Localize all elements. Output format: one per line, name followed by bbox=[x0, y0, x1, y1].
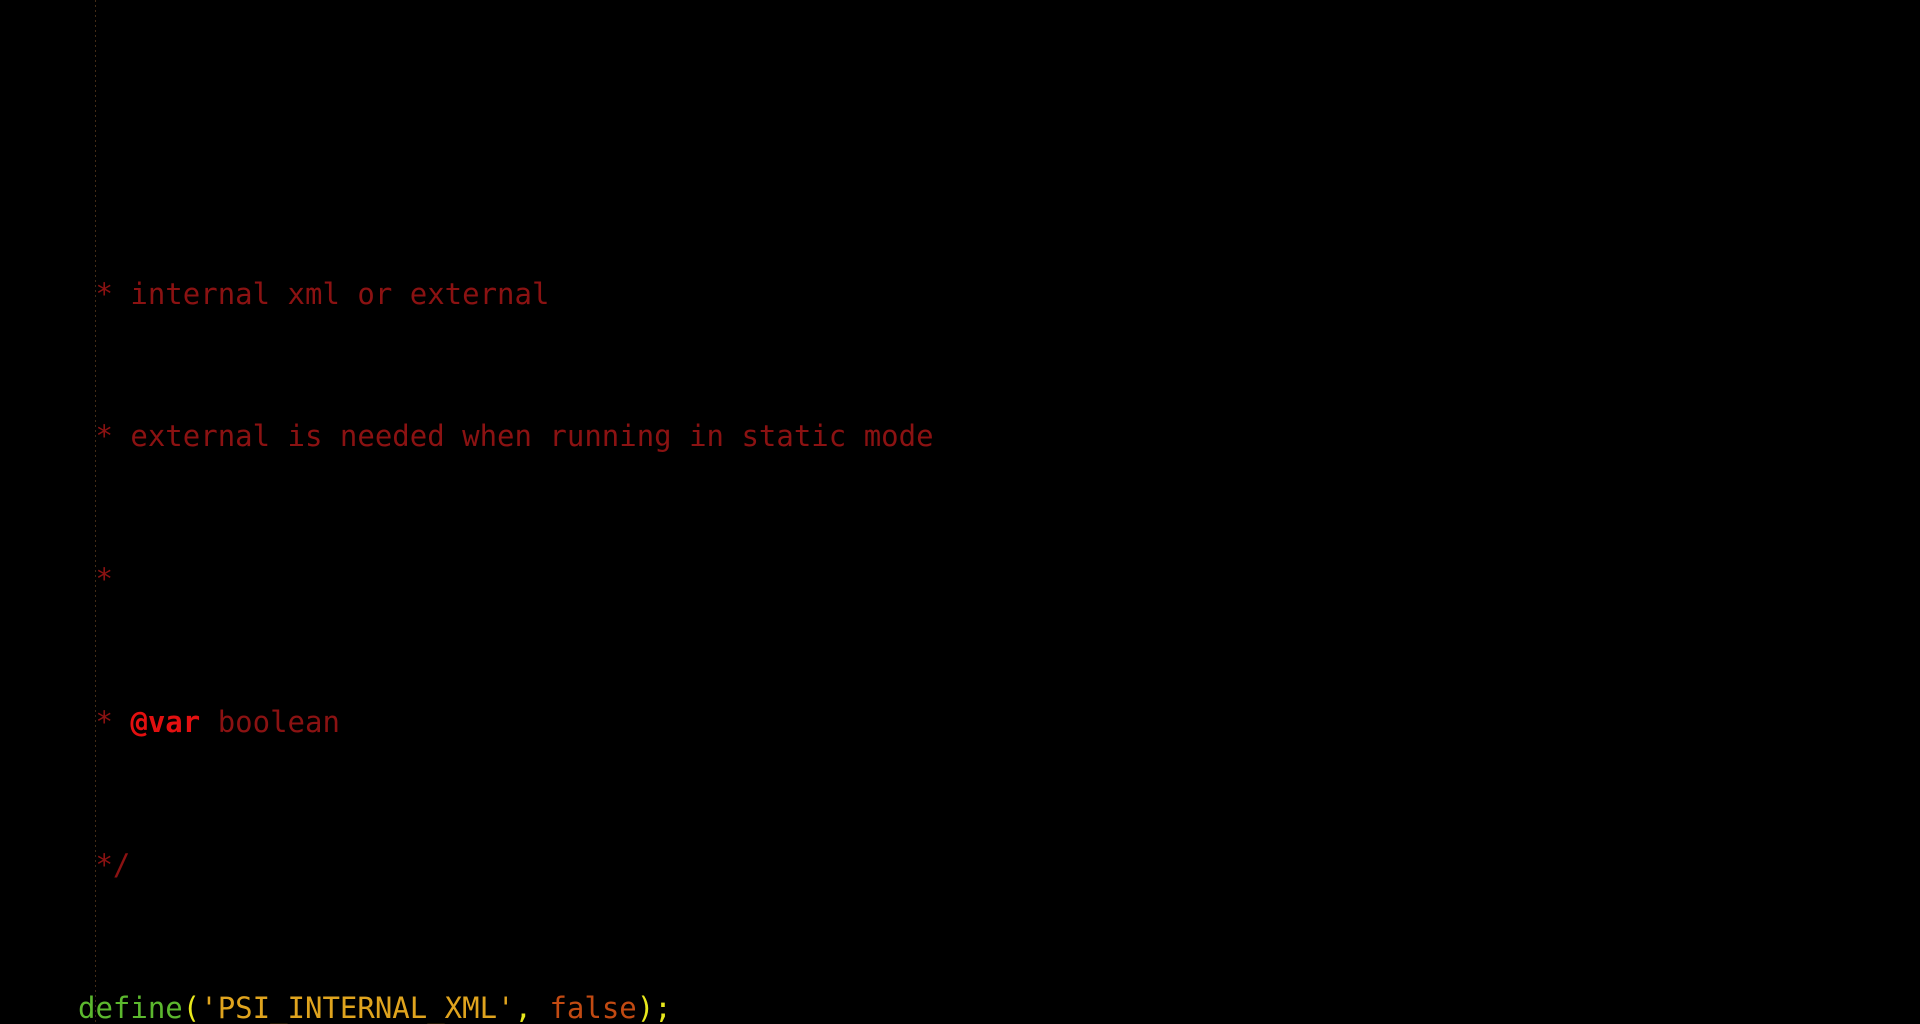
code-editor-viewport[interactable]: * internal xml or external * external is… bbox=[0, 0, 1920, 1024]
comment-star: * bbox=[78, 276, 131, 311]
comment-close: */ bbox=[78, 847, 131, 882]
code-line-1[interactable]: * internal xml or external bbox=[78, 277, 1920, 313]
token-string: 'PSI_INTERNAL_XML' bbox=[200, 990, 515, 1024]
token-comma: , bbox=[514, 990, 550, 1024]
code-content[interactable]: * internal xml or external * external is… bbox=[0, 170, 1920, 1024]
code-line-5[interactable]: */ bbox=[78, 848, 1920, 884]
code-line-3[interactable]: * bbox=[78, 562, 1920, 598]
comment-star: * bbox=[78, 419, 131, 454]
comment-text: internal xml or external bbox=[130, 276, 550, 311]
code-line-6[interactable]: define('PSI_INTERNAL_XML', false); bbox=[78, 991, 1920, 1024]
comment-text: external is needed when running in stati… bbox=[130, 419, 934, 454]
token-paren-close: ); bbox=[636, 990, 672, 1024]
code-line-4[interactable]: * @var boolean bbox=[78, 705, 1920, 741]
comment-star: * bbox=[78, 562, 113, 597]
docblock-tag-var: @var bbox=[130, 705, 201, 740]
token-function-define: define bbox=[78, 990, 183, 1024]
comment-star: * bbox=[78, 705, 131, 740]
token-boolean-false: false bbox=[549, 990, 637, 1024]
token-paren: ( bbox=[182, 990, 201, 1024]
code-line-2[interactable]: * external is needed when running in sta… bbox=[78, 419, 1920, 455]
comment-text: boolean bbox=[200, 705, 340, 740]
